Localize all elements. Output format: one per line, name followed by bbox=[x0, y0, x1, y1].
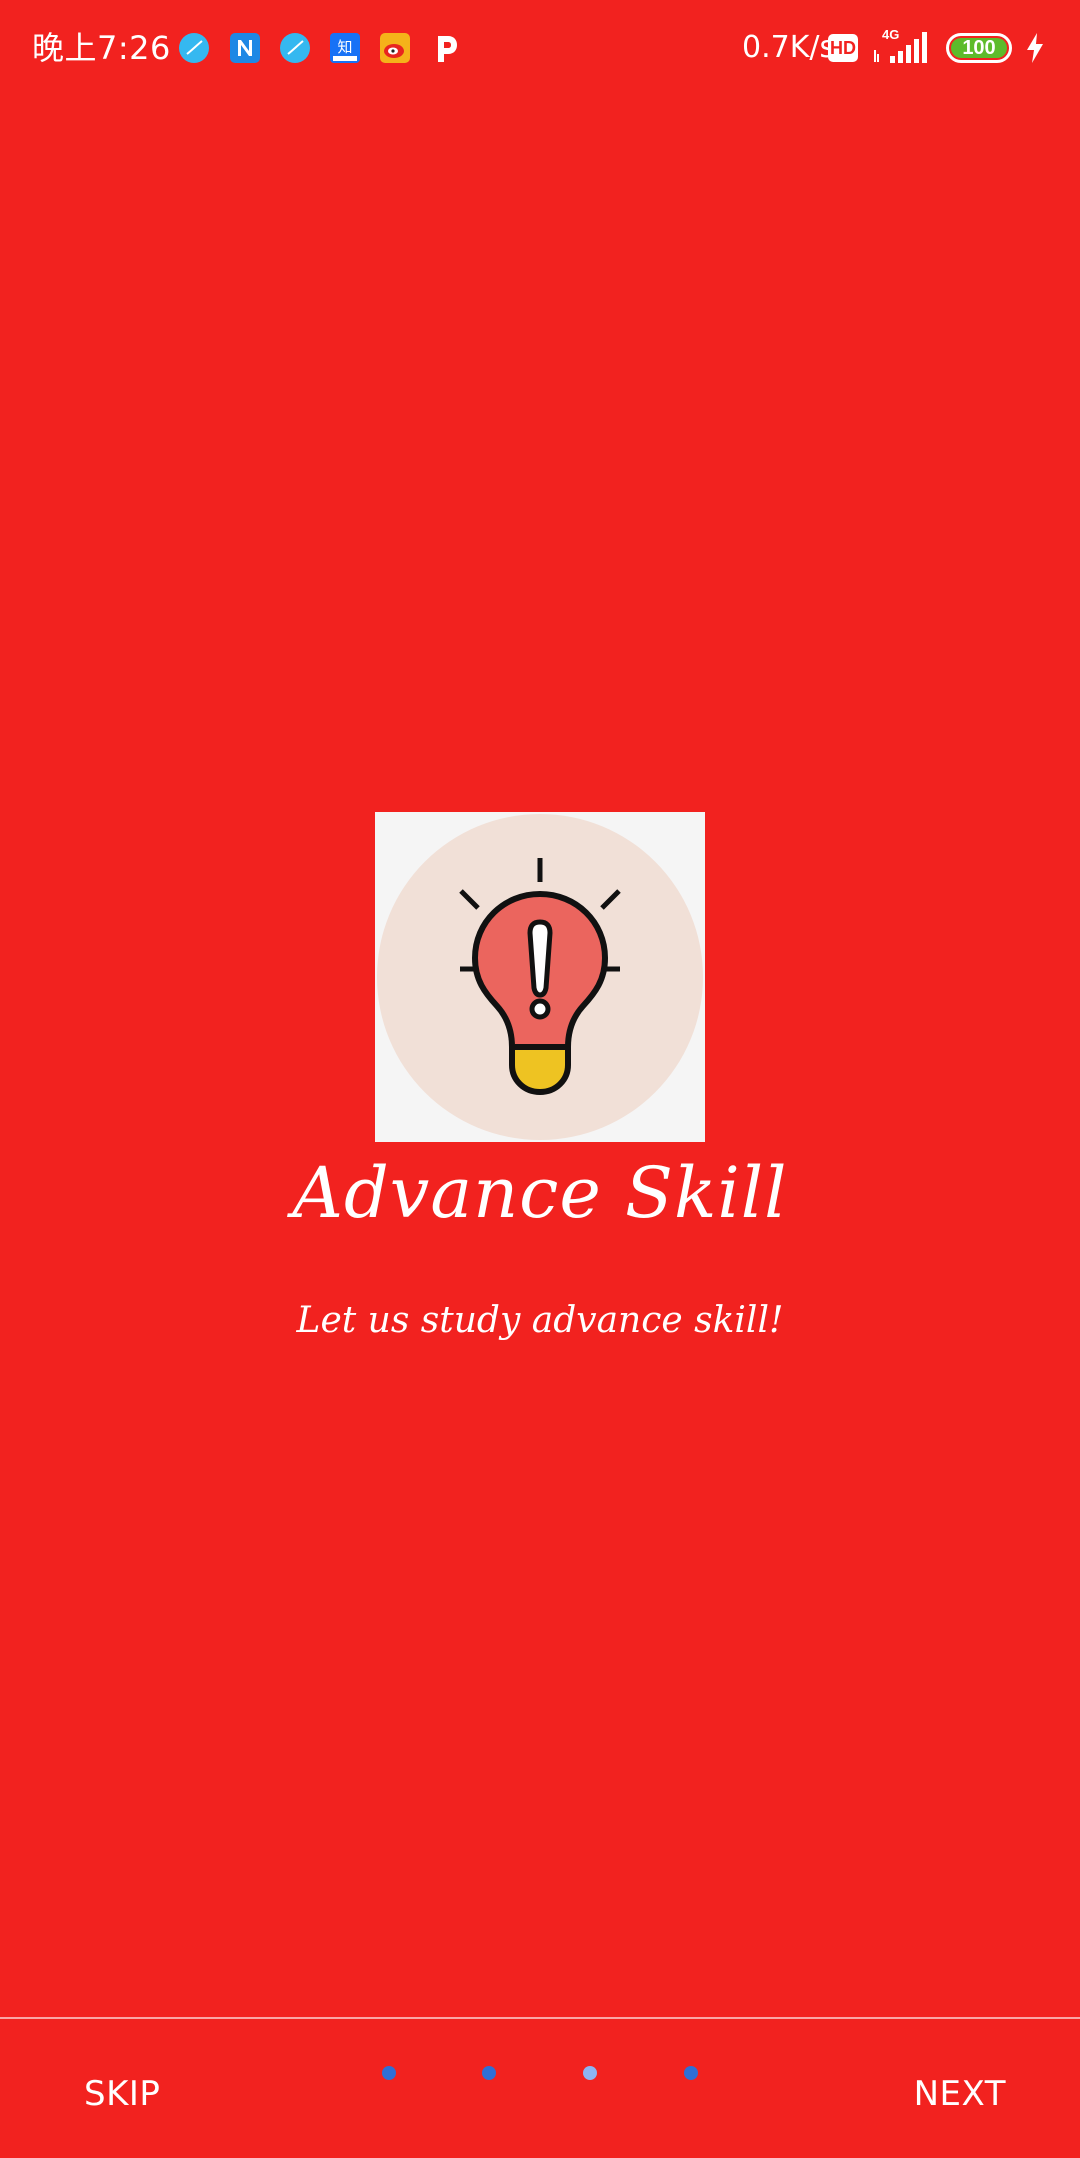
network-speed: 0.7K/s bbox=[742, 30, 836, 65]
lightbulb-exclamation-icon bbox=[377, 814, 703, 1140]
page-dot-1[interactable] bbox=[382, 2066, 396, 2080]
lightbulb-illustration bbox=[375, 812, 705, 1142]
page-dot-3[interactable] bbox=[583, 2066, 597, 2080]
signal-icon: 4G bbox=[874, 28, 927, 63]
battery-icon: 100 bbox=[946, 33, 1012, 63]
charging-icon bbox=[1027, 33, 1043, 63]
n-app-icon bbox=[230, 33, 260, 63]
blue-app-icon bbox=[280, 33, 310, 63]
network-type-label: 4G bbox=[882, 28, 899, 42]
onboarding-title: Advance Skill bbox=[292, 1152, 788, 1234]
hd-badge: HD bbox=[828, 34, 858, 62]
status-bar: 晚上7:26 知 0.7K/s HD 4G 100 bbox=[0, 0, 1080, 96]
bottom-divider bbox=[0, 2017, 1080, 2019]
zhihu-app-icon: 知 bbox=[330, 33, 360, 63]
page-dot-2[interactable] bbox=[482, 2066, 496, 2080]
page-dot-4[interactable] bbox=[684, 2066, 698, 2080]
status-time: 晚上7:26 bbox=[32, 29, 171, 67]
blue-app-icon bbox=[179, 33, 209, 63]
next-button[interactable]: NEXT bbox=[914, 2064, 1006, 2124]
battery-level: 100 bbox=[951, 38, 1007, 58]
p-app-icon bbox=[438, 36, 457, 62]
onboarding-subtitle: Let us study advance skill! bbox=[296, 1300, 784, 1341]
svg-text:知: 知 bbox=[337, 38, 352, 56]
weibo-app-icon bbox=[380, 33, 410, 63]
